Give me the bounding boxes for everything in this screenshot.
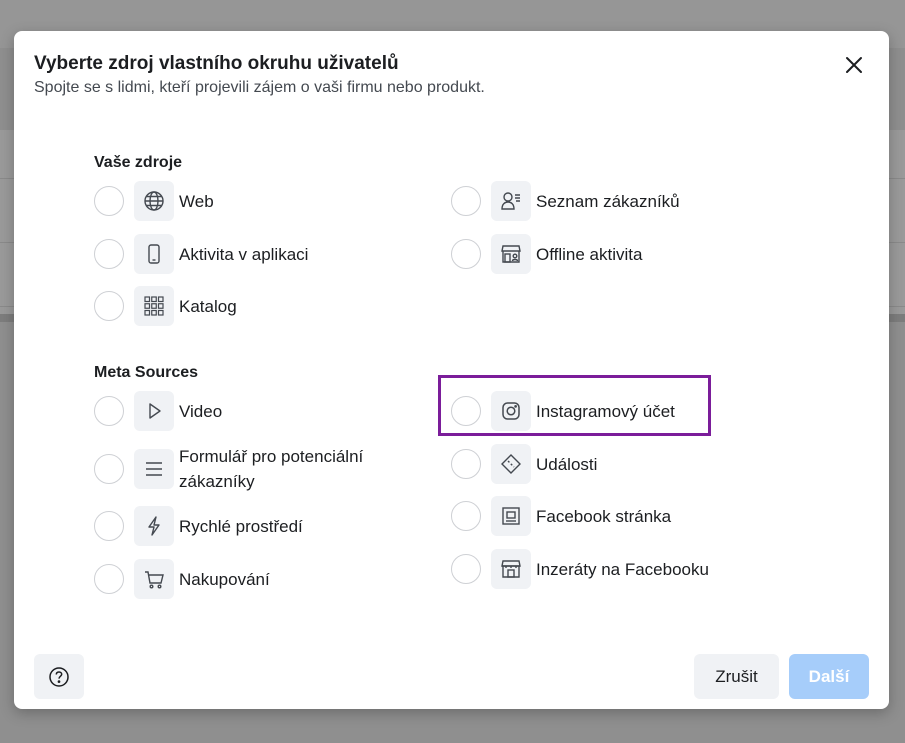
option-label: Instagramový účet [536,401,675,421]
option-label: Události [536,454,598,474]
option-label: Offline aktivita [536,244,643,264]
option-instagram-account[interactable]: Instagramový účet [451,391,675,431]
option-label: Nakupování [179,569,270,589]
option-shopping[interactable]: Nakupování [94,559,270,599]
option-offline-activity[interactable]: Offline aktivita [451,234,642,274]
radio-button[interactable] [94,291,124,321]
option-label: Seznam zákazníků [536,191,680,211]
radio-button[interactable] [451,449,481,479]
next-button[interactable]: Další [789,654,869,699]
option-label: Rychlé prostředí [179,516,303,536]
option-label: Web [179,191,214,211]
radio-button[interactable] [94,511,124,541]
option-lead-form[interactable]: Formulář pro potenciální zákazníky [94,444,419,494]
form-lines-icon [134,449,174,489]
radio-button[interactable] [94,239,124,269]
mobile-app-icon [134,234,174,274]
page-icon [491,496,531,536]
option-label: Formulář pro potenciální zákazníky [179,447,364,491]
dialog-subtitle: Spojte se s lidmi, kteří projevili zájem… [34,79,485,96]
dialog-title: Vyberte zdroj vlastního okruhu uživatelů [34,53,399,74]
radio-button[interactable] [94,564,124,594]
option-instant-experience[interactable]: Rychlé prostředí [94,506,303,546]
option-label: Inzeráty na Facebooku [536,559,709,579]
instagram-icon [491,391,531,431]
customer-list-icon [491,181,531,221]
option-label: Aktivita v aplikaci [179,244,309,264]
radio-button[interactable] [94,454,124,484]
radio-button[interactable] [94,396,124,426]
radio-button[interactable] [451,554,481,584]
option-app-activity[interactable]: Aktivita v aplikaci [94,234,308,274]
cancel-button[interactable]: Zrušit [694,654,779,699]
help-button[interactable] [34,654,84,699]
play-icon [134,391,174,431]
option-label: Video [179,401,223,421]
option-facebook-page[interactable]: Facebook stránka [451,496,671,536]
radio-button[interactable] [451,186,481,216]
radio-button[interactable] [94,186,124,216]
radio-button[interactable] [451,239,481,269]
ticket-icon [491,444,531,484]
close-icon [845,56,863,74]
custom-audience-source-dialog: Vyberte zdroj vlastního okruhu uživatelů… [14,31,889,709]
option-facebook-ads[interactable]: Inzeráty na Facebooku [451,549,709,589]
cart-icon [134,559,174,599]
option-label: Facebook stránka [536,506,672,526]
radio-button[interactable] [451,396,481,426]
section-title-meta-sources: Meta Sources [94,364,199,381]
globe-icon [134,181,174,221]
grid-icon [134,286,174,326]
option-web[interactable]: Web [94,181,214,221]
option-customer-list[interactable]: Seznam zákazníků [451,181,680,221]
close-button[interactable] [840,51,868,79]
option-catalog[interactable]: Katalog [94,286,237,326]
question-mark-icon [48,666,70,688]
option-events[interactable]: Události [451,444,597,484]
section-title-your-sources: Vaše zdroje [94,154,183,171]
radio-button[interactable] [451,501,481,531]
option-label: Katalog [179,296,237,316]
option-video[interactable]: Video [94,391,222,431]
storefront-icon [491,549,531,589]
lightning-icon [134,506,174,546]
store-icon [491,234,531,274]
